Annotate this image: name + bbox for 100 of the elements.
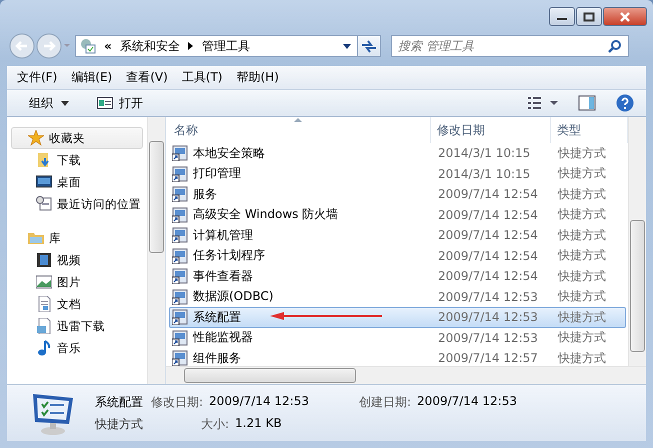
file-row[interactable]: 组件服务 2009/7/14 12:57 快捷方式 bbox=[169, 348, 626, 366]
file-row[interactable]: 本地安全策略 2014/3/1 10:15 快捷方式 bbox=[169, 143, 626, 164]
field-value: 2009/7/14 12:53 bbox=[417, 394, 517, 410]
file-type: 快捷方式 bbox=[95, 416, 143, 432]
nav-item[interactable]: 文档 bbox=[11, 293, 143, 315]
file-row[interactable]: 性能监视器 2009/7/14 12:53 快捷方式 bbox=[169, 328, 626, 348]
file-row[interactable]: 高级安全 Windows 防火墙 2009/7/14 12:54 快捷方式 bbox=[169, 204, 626, 225]
preview-pane-icon[interactable] bbox=[578, 95, 596, 111]
field-value: 2009/7/14 12:53 bbox=[209, 394, 309, 410]
shortcut-icon bbox=[172, 248, 188, 264]
file-name: 性能监视器 bbox=[193, 329, 253, 346]
file-row[interactable]: 数据源(ODBC) 2009/7/14 12:53 快捷方式 bbox=[169, 286, 626, 307]
file-name: 事件查看器 bbox=[193, 268, 253, 285]
file-name: 数据源(ODBC) bbox=[193, 288, 274, 306]
file-row[interactable]: 系统配置 2009/7/14 12:53 快捷方式 bbox=[169, 307, 626, 328]
music-note-icon bbox=[36, 340, 52, 356]
scrollbar[interactable] bbox=[147, 117, 165, 384]
close-button[interactable] bbox=[603, 7, 647, 26]
shortcut-icon bbox=[172, 288, 188, 305]
nav-item[interactable]: 最近访问的位置 bbox=[11, 193, 143, 215]
maximize-icon bbox=[583, 12, 595, 22]
file-row[interactable]: 计算机管理 2009/7/14 12:54 快捷方式 bbox=[169, 225, 626, 246]
table-cell-text: 快捷方式 bbox=[556, 144, 607, 162]
nav-item[interactable]: 库 bbox=[11, 227, 143, 249]
menu-item[interactable]: 文件(F) bbox=[17, 69, 58, 86]
window-icon bbox=[97, 97, 113, 109]
field-value: 1.21 KB bbox=[235, 416, 282, 432]
file-name: 服务 bbox=[193, 186, 217, 203]
overflow-chevron[interactable]: « bbox=[104, 39, 112, 53]
nav-item[interactable]: 收藏夹 bbox=[11, 127, 143, 149]
nav-item[interactable]: 下载 bbox=[11, 149, 143, 171]
open-button[interactable]: 打开 bbox=[93, 92, 147, 114]
search-box[interactable]: 搜索 管理工具 bbox=[391, 35, 629, 57]
field-label: 修改日期: bbox=[151, 394, 204, 410]
help-icon[interactable] bbox=[616, 94, 634, 112]
shortcut-icon bbox=[172, 166, 188, 182]
file-name: 组件服务 bbox=[193, 350, 241, 366]
address-bar[interactable]: « 系统和安全 管理工具 bbox=[75, 35, 358, 57]
file-name: 系统配置 bbox=[95, 394, 143, 410]
shortcut-icon bbox=[172, 330, 188, 346]
caret-icon bbox=[61, 100, 69, 106]
refresh-button[interactable] bbox=[357, 35, 381, 57]
column-header[interactable]: 名称 bbox=[166, 117, 431, 143]
scrollbar[interactable] bbox=[166, 366, 646, 384]
menu-item[interactable]: 帮助(H) bbox=[236, 69, 279, 86]
shortcut-icon bbox=[172, 350, 188, 366]
nav-item[interactable]: 桌面 bbox=[11, 171, 143, 193]
back-forward-buttons[interactable] bbox=[9, 33, 71, 59]
file-row[interactable]: 事件查看器 2009/7/14 12:54 快捷方式 bbox=[169, 266, 626, 286]
breadcrumb-arrow-icon[interactable] bbox=[188, 42, 194, 50]
search-field[interactable]: 搜索 管理工具 bbox=[398, 39, 608, 53]
menu-item[interactable]: 工具(T) bbox=[182, 69, 222, 86]
file-name: 打印管理 bbox=[193, 165, 241, 182]
dropdown-arrow-icon[interactable] bbox=[343, 44, 351, 48]
breadcrumb[interactable]: 系统和安全 bbox=[120, 38, 180, 54]
shortcut-icon bbox=[172, 227, 188, 244]
table-cell-text: 2014/3/1 10:15 bbox=[437, 166, 532, 181]
table-cell-text: 2009/7/14 12:54 bbox=[437, 228, 539, 242]
table-cell-text: 快捷方式 bbox=[556, 226, 607, 244]
document-icon bbox=[36, 318, 52, 334]
table-cell-text: 2009/7/14 12:53 bbox=[437, 290, 539, 304]
close-icon bbox=[619, 12, 631, 22]
nav-item[interactable]: 视频 bbox=[11, 249, 143, 271]
nav-item[interactable]: 音乐 bbox=[11, 337, 143, 359]
folder-icon bbox=[28, 230, 44, 246]
table-cell-text: 2009/7/14 12:57 bbox=[437, 351, 539, 366]
view-options-icon[interactable] bbox=[528, 96, 558, 110]
organize-button[interactable]: 组织 bbox=[25, 92, 73, 114]
file-row[interactable]: 服务 2009/7/14 12:54 快捷方式 bbox=[169, 184, 626, 204]
file-name: 系统配置 bbox=[193, 308, 241, 326]
minimize-button[interactable] bbox=[549, 7, 575, 26]
nav-item[interactable]: 图片 bbox=[11, 271, 143, 293]
search-icon[interactable] bbox=[608, 39, 622, 53]
file-row[interactable]: 任务计划程序 2009/7/14 12:54 快捷方式 bbox=[169, 246, 626, 266]
nav-item[interactable]: 迅雷下载 bbox=[11, 315, 143, 337]
file-row[interactable]: 打印管理 2014/3/1 10:15 快捷方式 bbox=[169, 164, 626, 184]
file-name: 本地安全策略 bbox=[193, 144, 265, 162]
field-label: 大小: bbox=[201, 416, 230, 432]
shortcut-icon bbox=[172, 309, 188, 326]
table-cell-text: 快捷方式 bbox=[556, 308, 607, 326]
breadcrumb[interactable]: 管理工具 bbox=[202, 38, 250, 54]
menu-item[interactable]: 编辑(E) bbox=[71, 69, 112, 86]
star-icon bbox=[28, 130, 44, 146]
table-cell-text: 快捷方式 bbox=[556, 206, 607, 224]
table-cell-text: 快捷方式 bbox=[556, 165, 607, 182]
field-label: 创建日期: bbox=[359, 394, 412, 410]
file-name: 任务计划程序 bbox=[193, 247, 265, 264]
table-cell-text: 2009/7/14 12:54 bbox=[437, 208, 539, 222]
control-panel-icon bbox=[80, 38, 96, 54]
shortcut-icon bbox=[172, 206, 188, 223]
file-name: 计算机管理 bbox=[193, 226, 253, 244]
maximize-button[interactable] bbox=[576, 7, 602, 26]
file-name: 高级安全 Windows 防火墙 bbox=[193, 206, 338, 224]
menu-item[interactable]: 查看(V) bbox=[126, 69, 168, 86]
column-header[interactable]: 修改日期 bbox=[431, 117, 551, 143]
sort-arrow-icon bbox=[294, 118, 302, 122]
table-cell-text: 2009/7/14 12:54 bbox=[437, 248, 539, 263]
table-cell-text: 快捷方式 bbox=[556, 350, 607, 366]
shortcut-icon bbox=[172, 268, 188, 284]
scrollbar[interactable] bbox=[628, 117, 646, 366]
